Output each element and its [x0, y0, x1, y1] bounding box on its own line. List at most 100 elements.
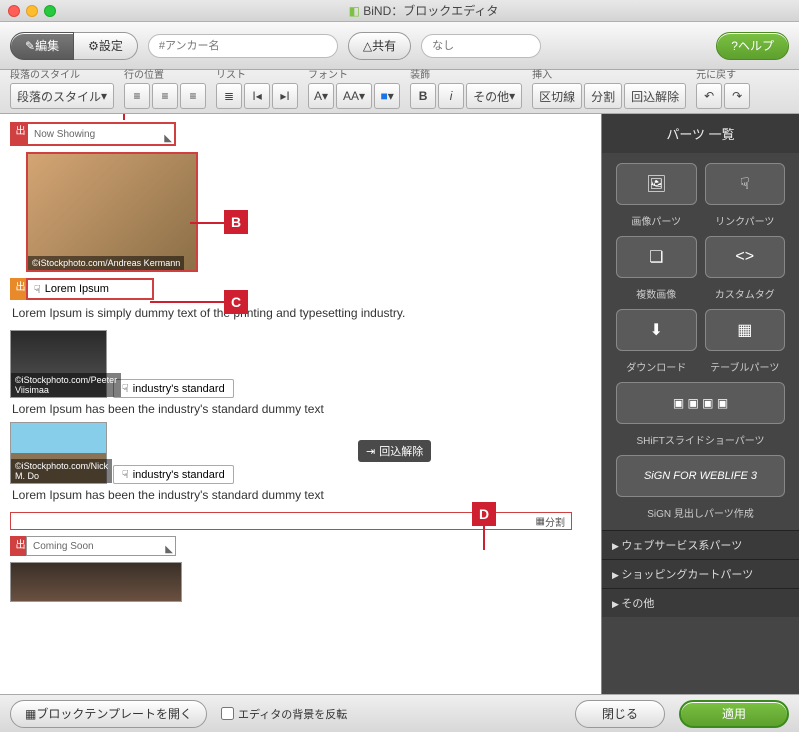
close-window-icon[interactable]	[8, 5, 20, 17]
accordion-other[interactable]: その他	[602, 588, 799, 617]
footer-bar: ▦ ブロックテンプレートを開く エディタの背景を反転 閉じる 適用	[0, 694, 799, 732]
open-template-label: ブロックテンプレートを開く	[36, 705, 192, 722]
split-label: 分割	[545, 514, 565, 529]
context-unwrap-popup[interactable]: ⇥ 回込解除	[358, 440, 431, 462]
heading-coming-text: Coming Soon	[33, 541, 94, 552]
shift-slideshow-button[interactable]: ▣ ▣ ▣ ▣	[616, 382, 785, 424]
decoration-group: 装飾 B i その他▾	[410, 66, 522, 109]
share-label: 共有	[372, 37, 396, 54]
font-family-button[interactable]: A▾	[308, 83, 334, 109]
align-left-button[interactable]: ≡	[124, 83, 150, 109]
help-button[interactable]: ? ヘルプ	[716, 32, 789, 60]
editor-canvas[interactable]: 大見出 Now Showing ◣ ©iStockphoto.com/Andre…	[0, 114, 602, 694]
accordion-webservice[interactable]: ウェブサービス系パーツ	[602, 530, 799, 559]
apply-button[interactable]: 適用	[679, 700, 789, 728]
anchor-input[interactable]	[148, 34, 338, 58]
industry-badge-1[interactable]: ☟industry's standard	[113, 379, 234, 398]
sign-button[interactable]: SiGN FOR WEBLIFE 3	[616, 455, 785, 497]
revert-label: 元に戻す	[696, 66, 750, 81]
resize-handle-icon[interactable]: ◣	[165, 544, 173, 555]
list-label: リスト	[216, 66, 298, 81]
decoration-label: 装飾	[410, 66, 522, 81]
list-group: リスト ≣ I◂ ▸I	[216, 66, 298, 109]
titlebar: BiND：ブロックエディタ	[0, 0, 799, 22]
insert-label: 挿入	[532, 66, 686, 81]
content-row-2: ©iStockphoto.com/Nick M. Do ☟industry's …	[10, 422, 591, 484]
open-template-button[interactable]: ▦ ブロックテンプレートを開く	[10, 700, 207, 728]
body-text-3[interactable]: Lorem Ipsum has been the industry's stan…	[12, 488, 591, 502]
heading-block-a[interactable]: Now Showing ◣	[26, 122, 176, 146]
formatting-toolbar: 段落のスタイル 段落のスタイル ▾ 行の位置 ≡ ≡ ≡ リスト ≣ I◂ ▸I…	[0, 70, 799, 114]
share-button[interactable]: △ 共有	[348, 32, 411, 60]
heading-block-a-text: Now Showing	[34, 129, 95, 140]
paragraph-style-group: 段落のスタイル 段落のスタイル ▾	[10, 66, 114, 109]
annotation-d: D	[472, 502, 496, 526]
multi-image-button[interactable]: ❏	[616, 236, 697, 278]
image-block-b[interactable]: ©iStockphoto.com/Andreas Kermann	[26, 152, 198, 272]
list-indent-left-button[interactable]: I◂	[244, 83, 270, 109]
custom-tag-button[interactable]: <>	[705, 236, 786, 278]
edit-button[interactable]: ✎ 編集	[10, 32, 74, 60]
thumb-1[interactable]: ©iStockphoto.com/Peeter Viisimaa	[10, 330, 107, 398]
font-size-button[interactable]: AA▾	[336, 83, 372, 109]
list-indent-right-button[interactable]: ▸I	[272, 83, 298, 109]
bold-button[interactable]: B	[410, 83, 436, 109]
multi-image-label: 複数画像	[616, 286, 697, 301]
thumb-3[interactable]	[10, 562, 182, 602]
paragraph-style-select[interactable]: 段落のスタイル ▾	[10, 83, 114, 109]
image-part-button[interactable]: 🖼	[616, 163, 697, 205]
image-part-label: 画像パーツ	[616, 213, 697, 228]
thumb-1-caption: ©iStockphoto.com/Peeter Viisimaa	[11, 373, 121, 397]
window-controls	[8, 5, 56, 17]
help-label: ヘルプ	[738, 37, 774, 54]
table-label: テーブルパーツ	[705, 359, 786, 374]
minimize-window-icon[interactable]	[26, 5, 38, 17]
table-part-button[interactable]: ▦	[705, 309, 786, 351]
paragraph-style-label: 段落のスタイル	[10, 66, 114, 81]
industry-badge-2[interactable]: ☟industry's standard	[113, 465, 234, 484]
invert-bg-input[interactable]	[221, 707, 234, 720]
insert-divider-button[interactable]: 区切線	[532, 83, 582, 109]
close-button[interactable]: 閉じる	[575, 700, 665, 728]
heading-block-coming[interactable]: Coming Soon ◣	[26, 536, 176, 556]
body-text-2[interactable]: Lorem Ipsum has been the industry's stan…	[12, 402, 591, 416]
parts-grid: 🖼 ☟ 画像パーツ リンクパーツ ❏ <> 複数画像 カスタムタグ ⬇ ▦ ダウ…	[602, 153, 799, 530]
insert-unwrap-button[interactable]: 回込解除	[624, 83, 686, 109]
download-button[interactable]: ⬇	[616, 309, 697, 351]
other-decoration-button[interactable]: その他▾	[466, 83, 522, 109]
revert-group: 元に戻す ↶ ↷	[696, 66, 750, 109]
unwrap-icon: ⇥	[366, 445, 375, 458]
align-center-button[interactable]: ≡	[152, 83, 178, 109]
font-group: フォント A▾ AA▾ ■▾	[308, 66, 400, 109]
list-bullet-button[interactable]: ≣	[216, 83, 242, 109]
insert-group: 挿入 区切線 分割 回込解除	[532, 66, 686, 109]
subheading-text: Lorem Ipsum	[45, 283, 109, 295]
window-title: BiND：ブロックエディタ	[56, 2, 791, 19]
zoom-window-icon[interactable]	[44, 5, 56, 17]
share-value-input[interactable]	[421, 34, 541, 58]
font-color-button[interactable]: ■▾	[374, 83, 400, 109]
link-part-button[interactable]: ☟	[705, 163, 786, 205]
header-toolbar: ✎ 編集 ⚙ 設定 △ 共有 ? ヘルプ	[0, 22, 799, 70]
undo-button[interactable]: ↶	[696, 83, 722, 109]
font-label: フォント	[308, 66, 400, 81]
link-part-label: リンクパーツ	[705, 213, 786, 228]
thumb-2[interactable]: ©iStockphoto.com/Nick M. Do	[10, 422, 107, 484]
align-right-button[interactable]: ≡	[180, 83, 206, 109]
body-text-1[interactable]: Lorem Ipsum is simply dummy text of the …	[12, 306, 591, 320]
insert-split-button[interactable]: 分割	[584, 83, 622, 109]
settings-button[interactable]: ⚙ 設定	[74, 32, 138, 60]
italic-button[interactable]: i	[438, 83, 464, 109]
annotation-b: B	[224, 210, 248, 234]
main-area: 大見出 Now Showing ◣ ©iStockphoto.com/Andre…	[0, 114, 799, 694]
content-row-3	[10, 562, 591, 602]
redo-button[interactable]: ↷	[724, 83, 750, 109]
invert-bg-label: エディタの背景を反転	[238, 706, 347, 722]
invert-bg-checkbox[interactable]: エディタの背景を反転	[221, 706, 347, 722]
download-label: ダウンロード	[616, 359, 697, 374]
align-group: 行の位置 ≡ ≡ ≡	[124, 66, 206, 109]
subheading-block-c[interactable]: ☟Lorem Ipsum	[26, 278, 154, 300]
parts-panel-title: パーツ 一覧	[602, 114, 799, 153]
resize-handle-icon[interactable]: ◣	[164, 133, 172, 144]
accordion-shopping[interactable]: ショッピングカートパーツ	[602, 559, 799, 588]
